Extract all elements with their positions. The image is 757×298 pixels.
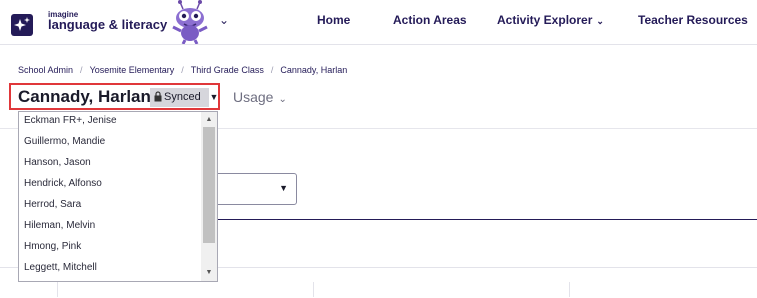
scroll-up-arrow-icon[interactable]: ▲ [201,114,217,126]
table-column-divider [57,282,58,297]
student-dropdown-list[interactable]: Eckman FR+, Jenise Guillermo, Mandie Han… [18,111,218,282]
breadcrumb-item-class[interactable]: Third Grade Class [191,65,264,75]
chevron-down-icon: ⌄ [278,94,287,105]
list-item[interactable]: Leggett, Mitchell [24,262,97,273]
usage-tab[interactable]: Usage ⌄ [233,89,287,105]
list-item[interactable]: Eckman FR+, Jenise [24,115,117,126]
chevron-down-icon: ⌄ [596,16,604,26]
brand-name-main[interactable]: language & literacy [48,17,167,32]
chevron-down-icon[interactable]: ⌄ [219,13,229,27]
nav-action-areas-link[interactable]: Action Areas [393,13,467,27]
caret-down-icon: ▼ [279,183,288,193]
list-item[interactable]: Hileman, Melvin [24,220,95,231]
sparkle-logo-icon[interactable] [11,14,33,36]
caret-down-icon[interactable]: ▼ [209,88,219,107]
list-item[interactable]: Guillermo, Mandie [24,136,105,147]
section-divider [217,219,757,220]
synced-badge-label: Synced [164,91,201,103]
breadcrumb-item-school-admin[interactable]: School Admin [18,65,73,75]
mascot-character-icon[interactable] [166,0,216,49]
nav-activity-explorer-label: Activity Explorer [497,13,593,27]
student-selector-dropdown[interactable]: Cannady, Harlan Synced ▼ [9,83,220,110]
synced-badge: Synced [150,88,209,107]
nav-home-link[interactable]: Home [317,13,350,27]
list-item[interactable]: Herrod, Sara [24,199,81,210]
selected-student-name: Cannady, Harlan [18,87,151,106]
scrollbar-thumb[interactable] [203,127,215,243]
lock-icon [154,91,162,105]
list-item[interactable]: Hanson, Jason [24,157,91,168]
usage-tab-label: Usage [233,89,274,105]
breadcrumb-separator: / [181,65,184,75]
list-item[interactable]: Hmong, Pink [24,241,81,252]
breadcrumb-separator: / [270,65,274,75]
breadcrumb-item-student: Cannady, Harlan [280,65,348,75]
table-column-divider [313,282,314,297]
table-column-divider [569,282,570,297]
nav-teacher-resources-link[interactable]: Teacher Resources [638,13,748,27]
top-navigation: imagine language & literacy ⌄ Home Actio… [0,0,757,45]
breadcrumb: School Admin / Yosemite Elementary / Third G… [18,65,347,75]
breadcrumb-item-school[interactable]: Yosemite Elementary [90,65,175,75]
list-item[interactable]: Hendrick, Alfonso [24,178,102,189]
nav-activity-explorer-menu[interactable]: Activity Explorer ⌄ [497,13,604,27]
vertical-scrollbar[interactable]: ▲ ▼ [201,112,217,281]
scroll-down-arrow-icon[interactable]: ▼ [201,267,217,279]
breadcrumb-separator: / [80,65,83,75]
